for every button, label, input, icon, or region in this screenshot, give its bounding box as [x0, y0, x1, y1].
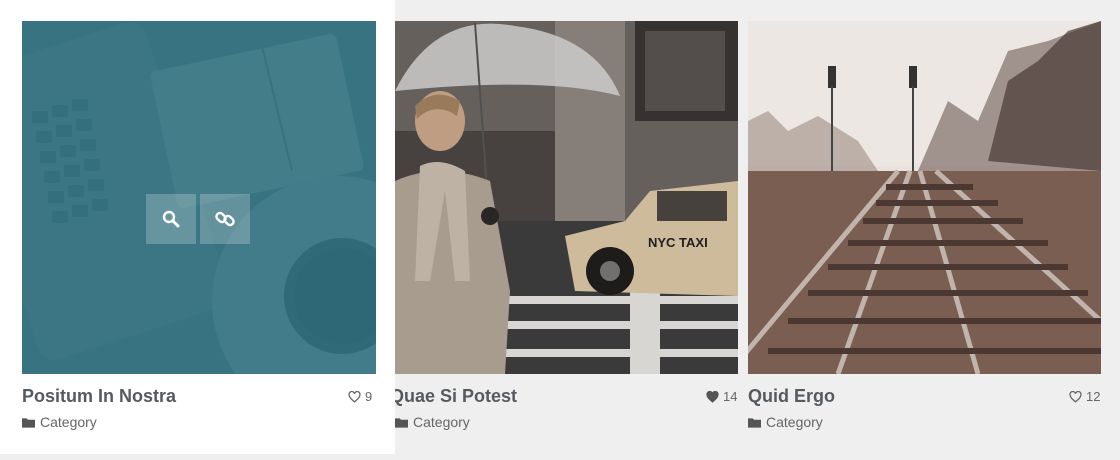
- portfolio-title-2[interactable]: Quae Si Potest: [395, 386, 695, 407]
- link-icon: [215, 211, 235, 227]
- permalink-button[interactable]: [200, 194, 250, 244]
- category-link-3[interactable]: Category: [748, 414, 823, 430]
- like-counter-2[interactable]: 14: [706, 389, 737, 404]
- like-counter-3[interactable]: 12: [1069, 389, 1100, 404]
- like-counter-1[interactable]: 9: [348, 389, 372, 404]
- portfolio-title-3[interactable]: Quid Ergo: [748, 386, 835, 407]
- heart-icon: [706, 390, 719, 403]
- search-icon: [162, 210, 180, 228]
- folder-icon: [395, 417, 408, 428]
- folder-icon: [748, 417, 761, 428]
- portfolio-image-1[interactable]: [22, 21, 376, 374]
- heart-icon: [1069, 390, 1082, 403]
- category-label: Category: [40, 414, 97, 430]
- portfolio-image-3[interactable]: [748, 21, 1101, 374]
- like-count: 9: [365, 389, 373, 404]
- category-link-2[interactable]: Category: [395, 414, 470, 430]
- category-label: Category: [413, 414, 470, 430]
- zoom-button[interactable]: [146, 194, 196, 244]
- heart-icon: [348, 390, 361, 403]
- category-link-1[interactable]: Category: [22, 414, 97, 430]
- like-count: 14: [723, 389, 738, 404]
- like-count: 12: [1086, 389, 1101, 404]
- portfolio-title-1[interactable]: Positum In Nostra: [22, 386, 176, 407]
- folder-icon: [22, 417, 35, 428]
- category-label: Category: [766, 414, 823, 430]
- portfolio-image-2[interactable]: NYC TAXI: [395, 21, 738, 374]
